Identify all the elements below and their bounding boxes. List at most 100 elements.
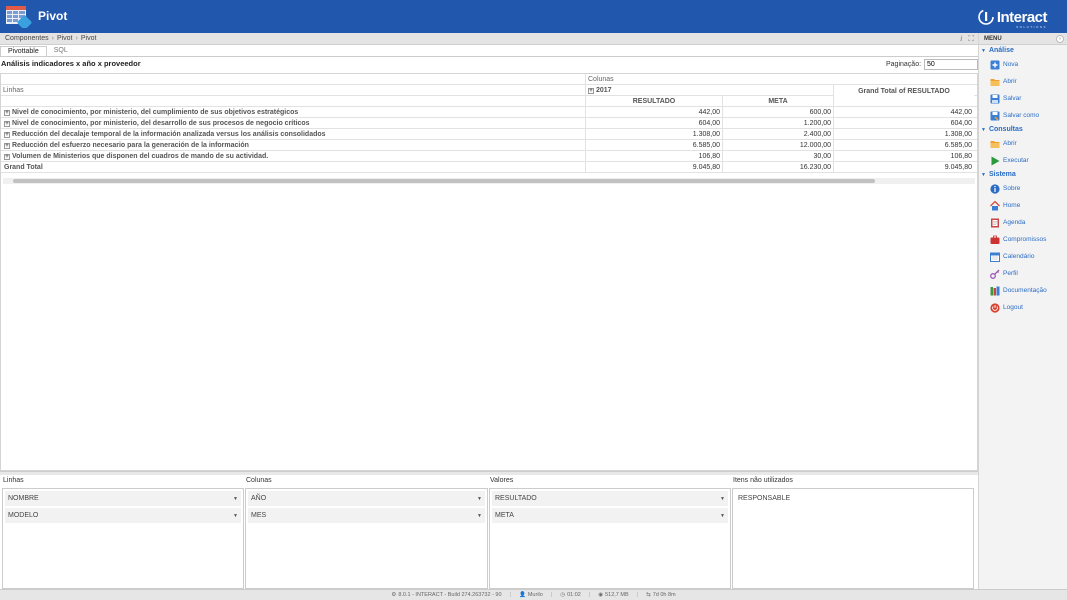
grand-total-meta: 16.230,00 — [722, 162, 833, 173]
breadcrumb-item[interactable]: Pivot — [57, 35, 73, 42]
cell-resultado: 6.585,00 — [585, 140, 722, 151]
grand-total-row: Grand Total 9.045,80 16.230,00 9.045,80 — [1, 162, 977, 173]
menu-section-analise[interactable]: ▼ Análise — [979, 45, 1067, 56]
menu-item-label: Perfil — [1003, 270, 1018, 277]
pivot-measure-row: RESULTADO META — [1, 96, 977, 107]
fullscreen-icon[interactable]: ⛶ — [968, 34, 974, 44]
info-icon — [990, 183, 1000, 194]
field-chip[interactable]: RESPONSABLE — [735, 491, 971, 506]
row-header[interactable]: + Nivel de conocimiento, por ministerio, … — [1, 118, 585, 129]
caret-down-icon[interactable]: ▼ — [720, 513, 725, 519]
field-chip[interactable]: MES ▼ — [248, 508, 485, 523]
fields-valores-dropzone[interactable]: RESULTADO ▼ META ▼ — [489, 488, 731, 589]
row-header[interactable]: + Reducción del decalaje temporal de la i… — [1, 129, 585, 140]
status-bar: ⚙ 8.0.1 - INTERACT - Build 274.263732 - 9… — [0, 589, 1067, 600]
grand-total-total: 9.045,80 — [833, 162, 974, 173]
folder-open-icon — [990, 78, 1000, 86]
expand-icon[interactable]: + — [4, 109, 10, 116]
status-divider: | — [588, 592, 591, 598]
menu-item-label: Compromissos — [1003, 236, 1047, 243]
menu-title: MENU — [984, 35, 1002, 42]
row-label: Reducción del decalaje temporal de la in… — [12, 131, 326, 138]
menu-item-abrir-consulta[interactable]: Abrir — [979, 135, 1067, 152]
field-chip[interactable]: MODELO ▼ — [5, 508, 241, 523]
status-version-text: 8.0.1 - INTERACT - Build 274.263732 - 90 — [398, 592, 502, 598]
field-label: MES — [251, 512, 267, 519]
scrollbar-thumb[interactable] — [13, 179, 875, 183]
menu-item-logout[interactable]: Logout — [979, 299, 1067, 316]
menu-item-executar[interactable]: Executar — [979, 152, 1067, 169]
field-chip[interactable]: NOMBRE ▼ — [5, 491, 241, 506]
menu-item-abrir[interactable]: Abrir — [979, 73, 1067, 90]
interact-logo-icon — [978, 9, 994, 25]
menu-item-documentacao[interactable]: Documentação — [979, 282, 1067, 299]
field-label: META — [495, 512, 514, 519]
menu-item-calendario[interactable]: Calendário — [979, 248, 1067, 265]
expand-icon[interactable]: + — [4, 142, 10, 149]
expand-icon[interactable]: + — [588, 87, 594, 94]
cell-resultado: 1.308,00 — [585, 129, 722, 140]
status-user: 👤 Murilo — [519, 592, 543, 598]
menu-item-salvar[interactable]: Salvar — [979, 90, 1067, 107]
status-divider: | — [550, 592, 553, 598]
new-doc-icon — [990, 60, 1000, 69]
menu-item-label: Sobre — [1003, 185, 1021, 192]
menu-section-sistema[interactable]: ▼ Sistema — [979, 169, 1067, 180]
fields-unused-dropzone[interactable]: RESPONSABLE — [732, 488, 974, 589]
caret-down-icon[interactable]: ▼ — [720, 496, 725, 502]
menu-item-perfil[interactable]: Perfil — [979, 265, 1067, 282]
caret-down-icon[interactable]: ▼ — [233, 496, 238, 502]
fields-colunas-dropzone[interactable]: AÑO ▼ MES ▼ — [245, 488, 488, 589]
fields-valores-panel: Valores RESULTADO ▼ META ▼ — [487, 476, 732, 589]
breadcrumb-actions: i ⛶ — [960, 34, 974, 44]
year-header[interactable]: + 2017 — [585, 85, 833, 96]
cell-total: 442,00 — [833, 107, 974, 118]
info-icon[interactable]: i — [960, 34, 962, 44]
menu-item-compromissos[interactable]: Compromissos — [979, 231, 1067, 248]
table-row: + Reducción del decalaje temporal de la i… — [1, 129, 977, 140]
field-chip[interactable]: META ▼ — [492, 508, 728, 523]
menu-item-sobre[interactable]: Sobre — [979, 180, 1067, 197]
pivot-table: Colunas Linhas + 2017 Grand Total of RES… — [0, 73, 978, 471]
cell-resultado: 106,80 — [585, 151, 722, 162]
row-header[interactable]: + Volumen de Ministerios que disponen del… — [1, 151, 585, 162]
field-chip[interactable]: RESULTADO ▼ — [492, 491, 728, 506]
pivot-app-icon — [6, 6, 32, 28]
collapse-icon[interactable]: › — [1056, 34, 1064, 43]
table-row: + Reducción del esfuerzo necesario para l… — [1, 140, 977, 151]
menu-section-consultas[interactable]: ▼ Consultas — [979, 124, 1067, 135]
pivot-year-row: Linhas + 2017 Grand Total of RESULTADO — [1, 85, 977, 106]
expand-icon[interactable]: + — [4, 153, 10, 160]
pivot-columns-header-row: Colunas — [1, 74, 977, 85]
pagination-input[interactable] — [924, 59, 979, 70]
fields-linhas-dropzone[interactable]: NOMBRE ▼ MODELO ▼ — [2, 488, 244, 589]
side-menu: MENU › ▼ Análise Nova Abrir Salvar Salvar… — [978, 33, 1067, 589]
row-header[interactable]: + Reducción del esfuerzo necesario para l… — [1, 140, 585, 151]
horizontal-scrollbar[interactable] — [3, 178, 975, 184]
app-header: Pivot Interact SOLUTIONS — [0, 0, 1067, 33]
caret-down-icon: ▼ — [981, 47, 986, 54]
menu-item-salvar-como[interactable]: Salvar como — [979, 107, 1067, 124]
expand-icon[interactable]: + — [4, 131, 10, 138]
menu-item-label: Agenda — [1003, 219, 1026, 226]
field-label: NOMBRE — [8, 495, 39, 502]
caret-down-icon[interactable]: ▼ — [477, 496, 482, 502]
brand-logo: Interact SOLUTIONS — [978, 6, 1048, 29]
save-as-icon — [990, 111, 1000, 121]
field-label: RESULTADO — [495, 495, 537, 502]
menu-item-agenda[interactable]: Agenda — [979, 214, 1067, 231]
breadcrumb: Componentes › Pivot › Pivot — [5, 35, 96, 42]
caret-down-icon[interactable]: ▼ — [233, 513, 238, 519]
expand-icon[interactable]: + — [4, 120, 10, 127]
menu-item-nova[interactable]: Nova — [979, 56, 1067, 73]
caret-down-icon[interactable]: ▼ — [477, 513, 482, 519]
fields-colunas-panel: Colunas AÑO ▼ MES ▼ — [243, 476, 489, 589]
status-time-text: 01:02 — [567, 592, 581, 598]
row-header[interactable]: + Nivel de conocimiento, por ministerio, … — [1, 107, 585, 118]
status-divider: | — [509, 592, 511, 598]
field-chip[interactable]: AÑO ▼ — [248, 491, 485, 506]
panel-splitter[interactable] — [0, 471, 978, 475]
menu-item-home[interactable]: Home — [979, 197, 1067, 214]
breadcrumb-item[interactable]: Componentes — [5, 35, 49, 42]
breadcrumb-bar: Componentes › Pivot › Pivot i ⛶ — [0, 33, 978, 45]
